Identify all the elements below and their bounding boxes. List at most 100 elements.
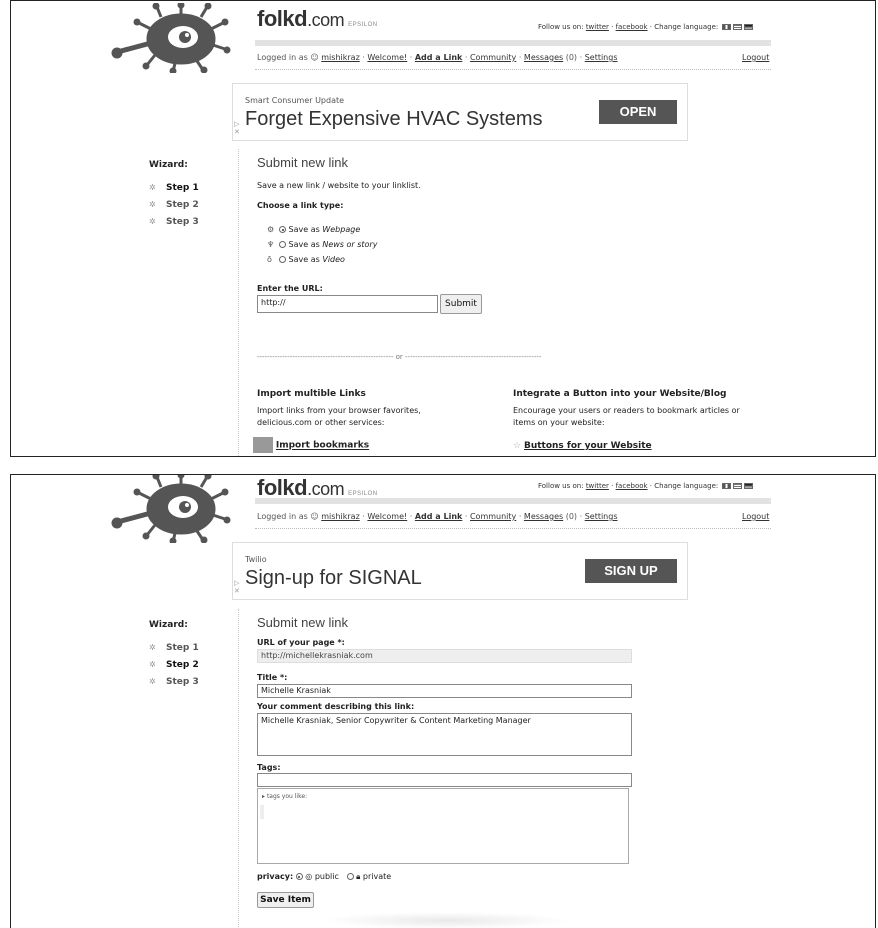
flag-icon-english[interactable] [733, 24, 743, 30]
wizard-step-1: ✲ Step 1 [149, 183, 199, 193]
type-option-webpage[interactable]: ⚙ Save as Webpage [267, 225, 360, 234]
ad-sponsor: Twilio [245, 555, 267, 564]
intro-text: Save a new link / website to your linkli… [257, 181, 421, 190]
messages-link[interactable]: Messages [524, 512, 563, 521]
username-link[interactable]: mishikraz [321, 512, 360, 521]
follow-bar: Follow us on: twitter · facebook · Chang… [538, 23, 754, 31]
import-title: Import multible Links [257, 389, 366, 399]
tags-you-like-toggle[interactable]: ▸ tags you like: [262, 793, 307, 800]
settings-link[interactable]: Settings [585, 512, 618, 521]
import-text-line-2: delicious.com or other services: [257, 418, 385, 427]
video-icon: ō [267, 255, 272, 264]
language-flags [720, 482, 754, 490]
advertisement-banner[interactable]: Smart Consumer Update Forget Expensive H… [232, 83, 688, 141]
flag-icon-german[interactable] [744, 483, 754, 489]
url-label: Enter the URL: [257, 284, 323, 293]
ad-signup-button[interactable]: SIGN UP [585, 559, 677, 583]
ad-choices-icon[interactable]: ▷ ✕ [234, 120, 240, 136]
news-icon: ♆ [267, 240, 275, 249]
globe-icon: ⚙ [267, 225, 275, 234]
title-input[interactable]: Michelle Krasniak [257, 684, 632, 698]
url-input[interactable]: http:// [257, 295, 438, 313]
ad-headline[interactable]: Forget Expensive HVAC Systems [245, 108, 543, 131]
messages-link[interactable]: Messages [524, 53, 563, 62]
buttons-for-website-link[interactable]: Buttons for your Website [524, 441, 652, 451]
add-link-link[interactable]: Add a Link [415, 512, 462, 521]
facebook-link[interactable]: facebook [616, 23, 648, 31]
or-separator: ----------------------------------------… [257, 353, 542, 361]
import-bookmarks-row[interactable]: Import bookmarks [253, 437, 369, 453]
flag-icon-italian[interactable] [722, 24, 732, 30]
userbar-divider [255, 528, 771, 529]
star-icon: ☆ [513, 441, 522, 451]
radio-public[interactable] [295, 873, 303, 880]
import-bookmarks-link[interactable]: Import bookmarks [276, 441, 369, 451]
type-option-news[interactable]: ♆ Save as News or story [267, 240, 377, 249]
ad-choices-icon[interactable]: ▷ ✕ [234, 579, 240, 595]
ad-headline[interactable]: Sign-up for SIGNAL [245, 567, 422, 590]
tags-scroll-indicator [260, 805, 264, 819]
wizard-sidebar: Wizard: ✲ Step 1 ✲ Step 2 ✲ Step 3 [149, 160, 199, 227]
wizard-step-3: ✲ Step 3 [149, 217, 199, 227]
radio-video[interactable] [279, 256, 286, 263]
twitter-link[interactable]: twitter [586, 23, 609, 31]
import-icon [253, 437, 273, 453]
welcome-link[interactable]: Welcome! [367, 512, 407, 521]
settings-link[interactable]: Settings [585, 53, 618, 62]
bug-icon: ✲ [149, 183, 156, 192]
header-divider [255, 40, 771, 46]
user-icon: ☺ [310, 512, 319, 521]
advertisement-banner[interactable]: Twilio Sign-up for SIGNAL SIGN UP ▷ ✕ [232, 542, 688, 600]
folkd-mascot-logo [111, 475, 231, 543]
save-item-button[interactable]: Save Item [257, 892, 314, 908]
wizard-step-1: ✲ Step 1 [149, 643, 199, 653]
flag-icon-italian[interactable] [722, 483, 732, 489]
bug-icon: ✲ [149, 217, 156, 226]
radio-private[interactable] [346, 873, 354, 880]
type-option-video[interactable]: ō Save as Video [267, 255, 345, 264]
userbar-divider [255, 69, 771, 70]
logout-link[interactable]: Logout [742, 512, 769, 521]
bug-icon: ✲ [149, 660, 156, 669]
bug-icon: ✲ [149, 677, 156, 686]
tags-you-like-box: ▸ tags you like: [257, 788, 629, 864]
tags-input[interactable] [257, 773, 632, 787]
community-link[interactable]: Community [470, 512, 516, 521]
column-divider [238, 149, 239, 456]
wizard-step-2: ✲ Step 2 [149, 200, 199, 210]
community-link[interactable]: Community [470, 53, 516, 62]
comment-textarea[interactable]: Michelle Krasniak, Senior Copywriter & C… [257, 713, 632, 756]
wizard-sidebar: Wizard: ✲ Step 1 ✲ Step 2 ✲ Step 3 [149, 620, 199, 687]
facebook-link[interactable]: facebook [616, 482, 648, 490]
globe-icon: ◎ [305, 872, 313, 881]
screenshot-panel-step-2: folkd.com EPSILON Follow us on: twitter ·… [10, 474, 876, 928]
triangle-right-icon: ▸ [262, 793, 266, 800]
submit-button[interactable]: Submit [440, 294, 482, 314]
buttons-for-website-row[interactable]: ☆ Buttons for your Website [513, 441, 652, 451]
username-link[interactable]: mishikraz [321, 53, 360, 62]
loading-shadow [321, 912, 571, 928]
add-link-link[interactable]: Add a Link [415, 53, 462, 62]
site-logo[interactable]: folkd.com EPSILON [257, 6, 378, 32]
header-divider [255, 498, 771, 504]
lock-icon: 🔒︎ [356, 872, 361, 881]
welcome-link[interactable]: Welcome! [367, 53, 407, 62]
logout-link[interactable]: Logout [742, 53, 769, 62]
twitter-link[interactable]: twitter [586, 482, 609, 490]
bug-icon: ✲ [149, 200, 156, 209]
ad-sponsor: Smart Consumer Update [245, 96, 345, 105]
bug-icon: ✲ [149, 643, 156, 652]
radio-webpage[interactable] [279, 226, 286, 233]
url-of-page-label: URL of your page *: [257, 638, 345, 647]
user-bar: Logged in as ☺ mishikraz · Welcome! · Ad… [257, 512, 618, 521]
wizard-step-3: ✲ Step 3 [149, 677, 199, 687]
follow-bar: Follow us on: twitter · facebook · Chang… [538, 482, 754, 490]
page-title: Submit new link [257, 155, 349, 170]
flag-icon-german[interactable] [744, 24, 754, 30]
flag-icon-english[interactable] [733, 483, 743, 489]
wizard-step-2: ✲ Step 2 [149, 660, 199, 670]
privacy-row: privacy: ◎ public 🔒︎ private [257, 872, 392, 881]
radio-news[interactable] [279, 241, 286, 248]
url-of-page-field: http://michellekrasniak.com [257, 649, 632, 663]
ad-open-button[interactable]: OPEN [599, 100, 677, 124]
